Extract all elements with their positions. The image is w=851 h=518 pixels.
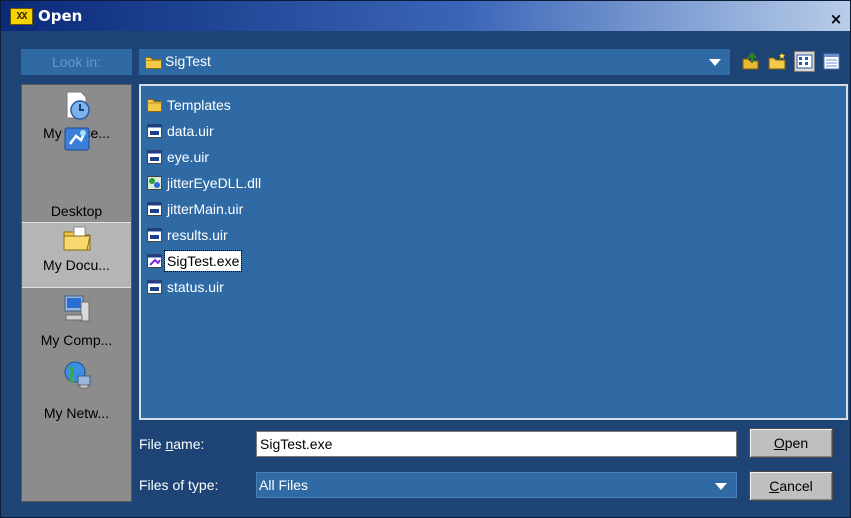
look-in-value: SigTest xyxy=(165,53,211,69)
open-button[interactable]: Open xyxy=(749,428,833,458)
places-bar: My Rece... Desktop My Docu... xyxy=(21,84,132,502)
exe-file-icon xyxy=(147,254,162,268)
place-label: My Comp... xyxy=(40,332,113,348)
uir-file-icon xyxy=(147,280,162,294)
place-label: Desktop xyxy=(50,203,103,219)
uir-file-icon xyxy=(147,202,162,216)
file-name: SigTest.exe xyxy=(163,250,243,272)
my-network-icon xyxy=(64,361,91,389)
look-in-label: Look in: xyxy=(21,49,132,75)
new-folder-icon xyxy=(768,52,786,70)
title-bar[interactable]: XX Open × xyxy=(1,1,850,31)
open-dialog: XX Open × Look in: SigTest My Desktop My… xyxy=(0,0,851,518)
my-computer-icon xyxy=(64,295,90,322)
dll-file-icon xyxy=(147,176,162,190)
file-name: data.uir xyxy=(167,123,214,139)
folder-icon xyxy=(145,57,162,69)
cancel-button[interactable]: Cancel xyxy=(749,471,833,501)
file-name: jitterMain.uir xyxy=(167,201,244,217)
uir-file-icon xyxy=(147,228,162,242)
button-accelerator: C xyxy=(769,478,780,494)
desktop-icon xyxy=(64,127,90,151)
create-new-folder-button[interactable] xyxy=(767,51,788,72)
look-in-combo[interactable]: SigTest xyxy=(139,49,730,75)
list-view-icon xyxy=(796,54,813,69)
app-icon: XX xyxy=(10,8,33,25)
file-type-value: All Files xyxy=(259,477,309,493)
label-part: ame: xyxy=(173,436,205,452)
uir-file-icon xyxy=(147,150,162,164)
button-accelerator: O xyxy=(773,435,785,451)
file-name: results.uir xyxy=(167,227,228,243)
file-name-label: File name: xyxy=(139,436,204,452)
file-name: status.uir xyxy=(167,279,224,295)
place-my-documents[interactable]: My Docu... xyxy=(22,222,131,288)
place-my-network[interactable]: My Netw... xyxy=(22,353,131,421)
details-view-button[interactable] xyxy=(821,51,842,72)
window-title: Open xyxy=(38,7,83,25)
button-label: ancel xyxy=(779,478,813,494)
my-documents-icon xyxy=(63,226,91,251)
file-name-field[interactable]: SigTest.exe xyxy=(256,431,737,457)
chevron-down-icon[interactable] xyxy=(715,483,727,490)
place-desktop[interactable]: Desktop xyxy=(22,127,131,219)
file-type-label: Files of type: xyxy=(139,477,219,493)
place-my-computer[interactable]: My Comp... xyxy=(22,290,131,356)
up-one-level-button[interactable] xyxy=(740,51,761,72)
close-button[interactable]: × xyxy=(828,11,844,27)
up-folder-icon xyxy=(742,52,759,70)
chevron-down-icon[interactable] xyxy=(709,59,721,66)
recent-documents-icon xyxy=(66,91,90,120)
list-view-button[interactable] xyxy=(794,51,815,72)
place-label: My Docu... xyxy=(43,257,110,273)
place-label: My Netw... xyxy=(43,405,110,421)
details-view-icon xyxy=(823,53,840,70)
file-name: jitterEyeDLL.dll xyxy=(167,175,262,191)
folder-icon xyxy=(147,99,162,112)
file-name: Templates xyxy=(167,97,231,113)
file-type-select[interactable]: All Files xyxy=(256,472,737,498)
file-list[interactable]: Templates data.uir eye.uir jitterEyeDLL.… xyxy=(139,84,848,420)
button-label: pen xyxy=(784,435,809,451)
file-name: eye.uir xyxy=(167,149,210,165)
uir-file-icon xyxy=(147,124,162,138)
label-part: File xyxy=(139,436,166,452)
